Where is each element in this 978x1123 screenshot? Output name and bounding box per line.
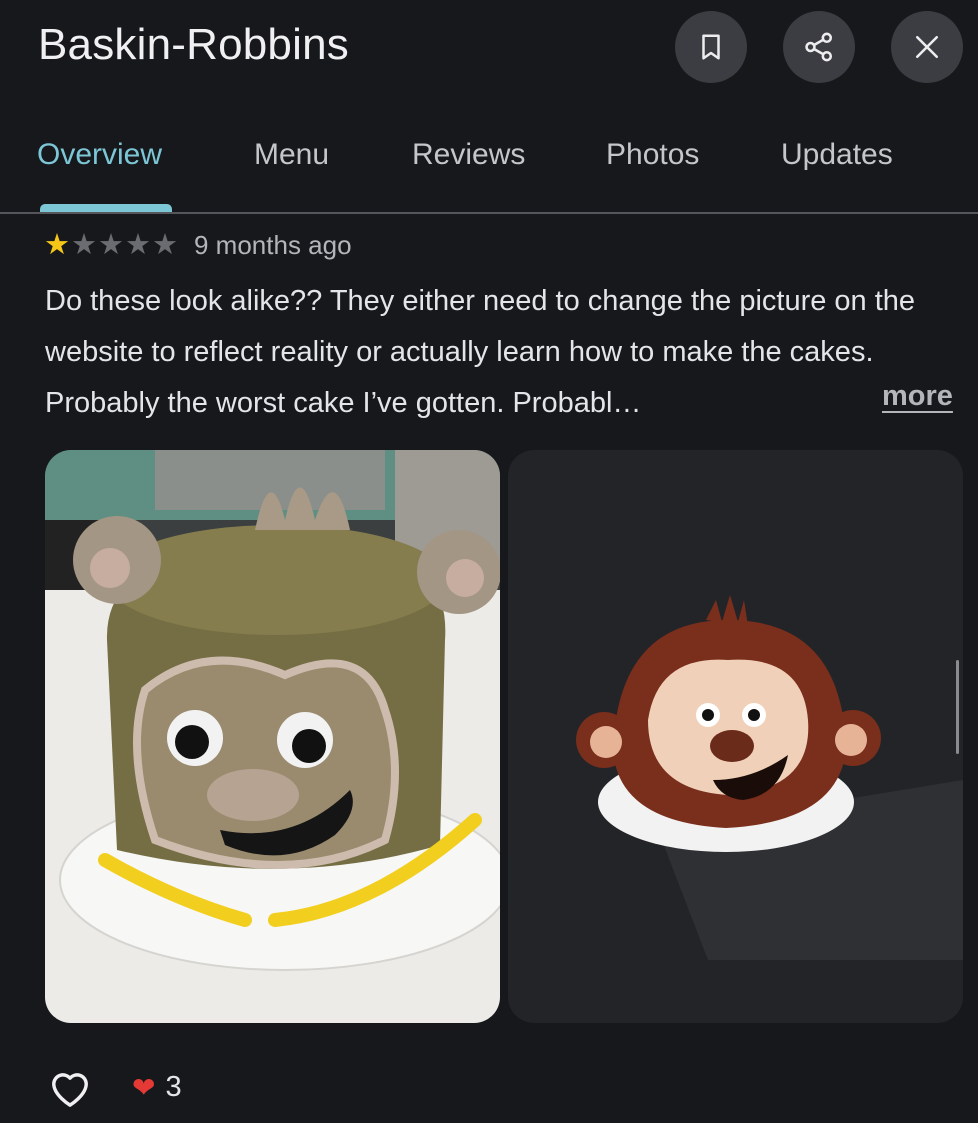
reaction-count-value: 3 (165, 1070, 182, 1103)
review-actions: ❤ 3 (46, 1062, 182, 1112)
place-title: Baskin-Robbins (38, 20, 349, 69)
scrollbar-thumb[interactable] (956, 660, 959, 754)
tab-updates[interactable]: Updates (781, 138, 893, 172)
more-link[interactable]: more (882, 380, 953, 413)
review-text: Do these look alike?? They either need t… (45, 285, 916, 419)
review-time: 9 months ago (194, 229, 352, 260)
review-photo-reference-cake[interactable] (508, 450, 963, 1023)
tab-menu[interactable]: Menu (254, 138, 329, 172)
star-empty-icon: ★ (98, 229, 124, 261)
tab-photos[interactable]: Photos (606, 138, 699, 172)
star-empty-icon: ★ (125, 229, 151, 261)
star-rating: ★ ★ ★ ★ ★ (44, 229, 178, 261)
star-empty-icon: ★ (152, 229, 178, 261)
homemade-monkey-cake-photo (45, 450, 500, 1023)
save-button[interactable] (675, 11, 747, 83)
like-button[interactable] (46, 1063, 94, 1111)
share-icon (805, 32, 833, 62)
share-button[interactable] (783, 11, 855, 83)
red-heart-icon: ❤ (132, 1071, 156, 1103)
bookmark-icon (702, 34, 720, 60)
star-filled-icon: ★ (44, 229, 70, 261)
close-icon (915, 35, 939, 59)
tab-reviews[interactable]: Reviews (412, 138, 525, 172)
place-header: Baskin-Robbins (0, 0, 978, 95)
star-empty-icon: ★ (71, 229, 97, 261)
review-rating-row: ★ ★ ★ ★ ★ 9 months ago (44, 228, 352, 262)
close-button[interactable] (891, 11, 963, 83)
tab-overview[interactable]: Overview (37, 138, 162, 172)
review-photo-homemade-cake[interactable] (45, 450, 500, 1023)
tabs-divider (0, 212, 978, 214)
place-tabs: Overview Menu Reviews Photos Updates (0, 128, 978, 214)
active-tab-indicator (40, 204, 172, 212)
reaction-count: ❤ 3 (132, 1071, 182, 1104)
heart-outline-icon (52, 1073, 88, 1107)
reference-monkey-cake-photo (508, 450, 963, 1023)
